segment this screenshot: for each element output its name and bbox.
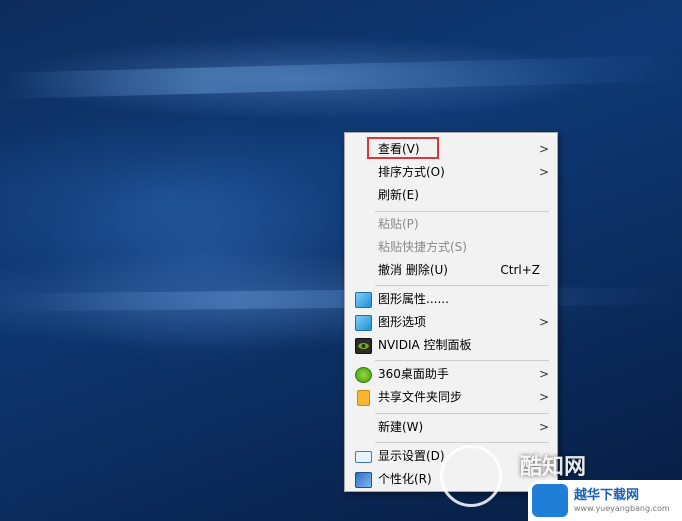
menu-item-refresh[interactable]: 刷新(E): [345, 184, 557, 207]
menu-item-label: 共享文件夹同步: [378, 390, 463, 404]
menu-separator: [375, 285, 549, 286]
menu-separator: [375, 442, 549, 443]
menu-item-sort-by[interactable]: 排序方式(O) >: [345, 161, 557, 184]
menu-item-label: 排序方式(O): [378, 165, 445, 179]
desktop-context-menu: 查看(V) > 排序方式(O) > 刷新(E) 粘贴(P) 粘贴快捷方式(S) …: [344, 132, 558, 492]
chevron-right-icon: >: [538, 142, 549, 156]
chevron-right-icon: >: [538, 420, 549, 434]
menu-item-personalize[interactable]: 个性化(R): [345, 468, 557, 491]
chevron-right-icon: >: [538, 315, 549, 329]
intel-graphics-icon: [355, 315, 372, 331]
360-icon: [355, 367, 372, 383]
menu-item-label: 个性化(R): [378, 472, 432, 486]
menu-item-label: 刷新(E): [378, 188, 419, 202]
menu-item-graphics-properties[interactable]: 图形属性......: [345, 288, 557, 311]
site-logo-icon: [532, 484, 568, 517]
menu-separator: [375, 413, 549, 414]
share-sync-icon: [357, 390, 370, 406]
menu-item-nvidia-control-panel[interactable]: NVIDIA 控制面板: [345, 334, 557, 357]
menu-item-paste-shortcut: 粘贴快捷方式(S): [345, 236, 557, 259]
menu-item-display-settings[interactable]: 显示设置(D): [345, 445, 557, 468]
menu-item-shortcut: Ctrl+Z: [500, 263, 540, 277]
menu-item-360-desktop-assistant[interactable]: 360桌面助手 >: [345, 363, 557, 386]
highlight-annotation-box: [367, 137, 439, 159]
menu-item-paste: 粘贴(P): [345, 213, 557, 236]
desktop-light-glow: [40, 150, 370, 370]
menu-item-new[interactable]: 新建(W) >: [345, 416, 557, 439]
menu-item-label: NVIDIA 控制面板: [378, 338, 472, 352]
chevron-right-icon: >: [538, 367, 549, 381]
menu-item-label: 粘贴(P): [378, 217, 419, 231]
menu-separator: [375, 360, 549, 361]
menu-item-shared-folder-sync[interactable]: 共享文件夹同步 >: [345, 386, 557, 409]
menu-item-label: 显示设置(D): [378, 449, 445, 463]
intel-graphics-icon: [355, 292, 372, 308]
nvidia-icon: [355, 338, 372, 354]
watermark-site-url: www.yueyangbang.com: [574, 504, 670, 513]
watermark-site-badge: 越华下载网 www.yueyangbang.com: [528, 480, 682, 521]
chevron-right-icon: >: [538, 390, 549, 404]
menu-item-label: 粘贴快捷方式(S): [378, 240, 467, 254]
menu-item-label: 图形选项: [378, 315, 427, 329]
menu-item-graphics-options[interactable]: 图形选项 >: [345, 311, 557, 334]
menu-item-label: 撤消 删除(U): [378, 263, 448, 277]
watermark-site-name: 越华下载网: [574, 488, 640, 503]
menu-item-label: 新建(W): [378, 420, 424, 434]
menu-separator: [375, 211, 549, 212]
menu-item-undo-delete[interactable]: 撤消 删除(U) Ctrl+Z: [345, 259, 557, 282]
desktop-light-beam: [0, 55, 682, 99]
personalize-icon: [355, 472, 372, 488]
chevron-right-icon: >: [538, 165, 549, 179]
display-icon: [355, 451, 372, 463]
menu-item-label: 图形属性......: [378, 292, 449, 306]
desktop-light-beam: [0, 286, 682, 312]
menu-item-label: 360桌面助手: [378, 367, 449, 381]
